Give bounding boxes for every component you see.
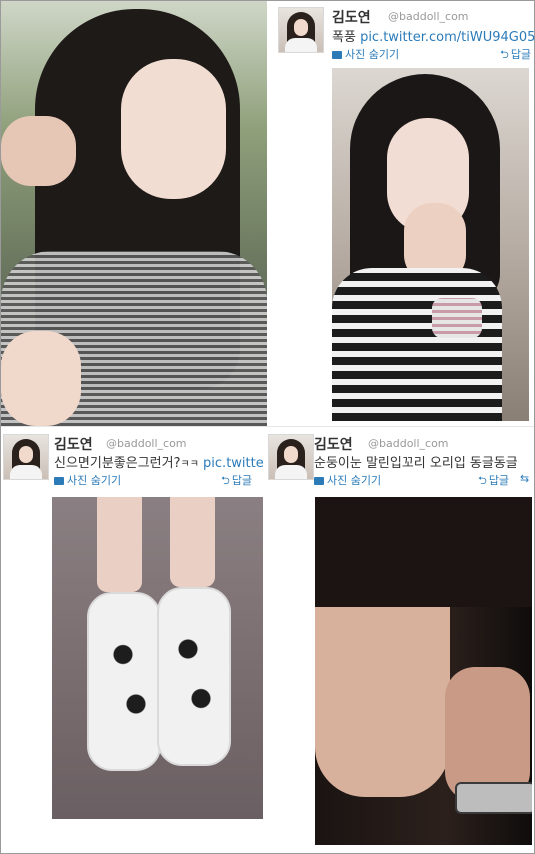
- tweet-card-top: 김도연 @baddoll_com 폭풍 pic.twitter.com/tiWU…: [268, 1, 535, 67]
- pic-link[interactable]: pic.twitter.com/tiWU94G056: [360, 30, 535, 45]
- tweet-body: 폭풍: [332, 30, 361, 45]
- reply-label: 답글: [488, 474, 510, 487]
- photo-icon: [54, 477, 64, 485]
- selfie-photo-top-left: [1, 1, 267, 426]
- pic-link[interactable]: pic.twitte: [203, 456, 264, 471]
- avatar[interactable]: [268, 434, 314, 480]
- heart-pattern: [97, 627, 227, 737]
- metal-bracelet: [455, 782, 532, 814]
- reply-label: 답글: [231, 474, 253, 487]
- tweet-card-right: 김도연 @baddoll_com 순둥이눈 말린입꼬리 오리입 동글동글 사진 …: [266, 428, 534, 490]
- display-name[interactable]: 김도연: [54, 434, 93, 454]
- bracelets: [432, 298, 482, 338]
- emoji-text: ㅋㅋ: [180, 459, 199, 470]
- tweet-text: 순둥이눈 말린입꼬리 오리입 동글동글: [314, 456, 518, 471]
- tweet-photo-night: [315, 497, 532, 845]
- tweet-photo-top: [332, 68, 529, 421]
- reply-button[interactable]: ⮌ 답글: [500, 46, 531, 65]
- username-handle[interactable]: @baddoll_com: [106, 437, 187, 450]
- hide-photo-label: 사진 숨기기: [345, 48, 400, 61]
- username-handle[interactable]: @baddoll_com: [388, 10, 469, 23]
- raised-hand: [1, 116, 76, 186]
- hide-photo-button[interactable]: 사진 숨기기: [332, 46, 399, 62]
- hide-photo-button[interactable]: 사진 숨기기: [314, 472, 381, 488]
- tweet-text: 폭풍 pic.twitter.com/tiWU94G056: [332, 26, 535, 45]
- photo-icon: [314, 477, 324, 485]
- reply-button[interactable]: ⮌ 답글: [478, 472, 509, 491]
- photo-icon: [332, 51, 342, 59]
- avatar[interactable]: [278, 7, 324, 53]
- hide-photo-button[interactable]: 사진 숨기기: [54, 472, 121, 488]
- display-name[interactable]: 김도연: [314, 434, 353, 454]
- left-leg: [97, 497, 142, 592]
- display-name[interactable]: 김도연: [332, 7, 371, 27]
- reply-icon: ⮌: [478, 474, 487, 487]
- foreground-arm: [1, 331, 81, 426]
- hide-photo-label: 사진 숨기기: [67, 474, 122, 487]
- reply-button[interactable]: ⮌ 답글: [221, 472, 252, 491]
- hair-shape: [315, 497, 532, 607]
- right-leg: [170, 497, 215, 587]
- avatar[interactable]: [3, 434, 49, 480]
- overflow-icon[interactable]: ⇆: [520, 472, 529, 485]
- tweet-photo-sneakers: [52, 497, 263, 819]
- reply-icon: ⮌: [221, 474, 230, 487]
- tweet-card-left: 김도연 @baddoll_com 신으면기분좋은그런거?ㅋㅋ pic.twitt…: [1, 428, 265, 490]
- reply-icon: ⮌: [500, 48, 509, 61]
- reply-label: 답글: [510, 48, 532, 61]
- striped-shirt: [332, 268, 502, 421]
- tweet-text: 신으면기분좋은그런거?ㅋㅋ pic.twitte: [54, 452, 264, 471]
- tweet-body: 신으면기분좋은그런거?: [54, 456, 181, 471]
- face-shape: [121, 59, 226, 199]
- hide-photo-label: 사진 숨기기: [327, 474, 382, 487]
- row-divider: [1, 426, 534, 427]
- username-handle[interactable]: @baddoll_com: [368, 437, 449, 450]
